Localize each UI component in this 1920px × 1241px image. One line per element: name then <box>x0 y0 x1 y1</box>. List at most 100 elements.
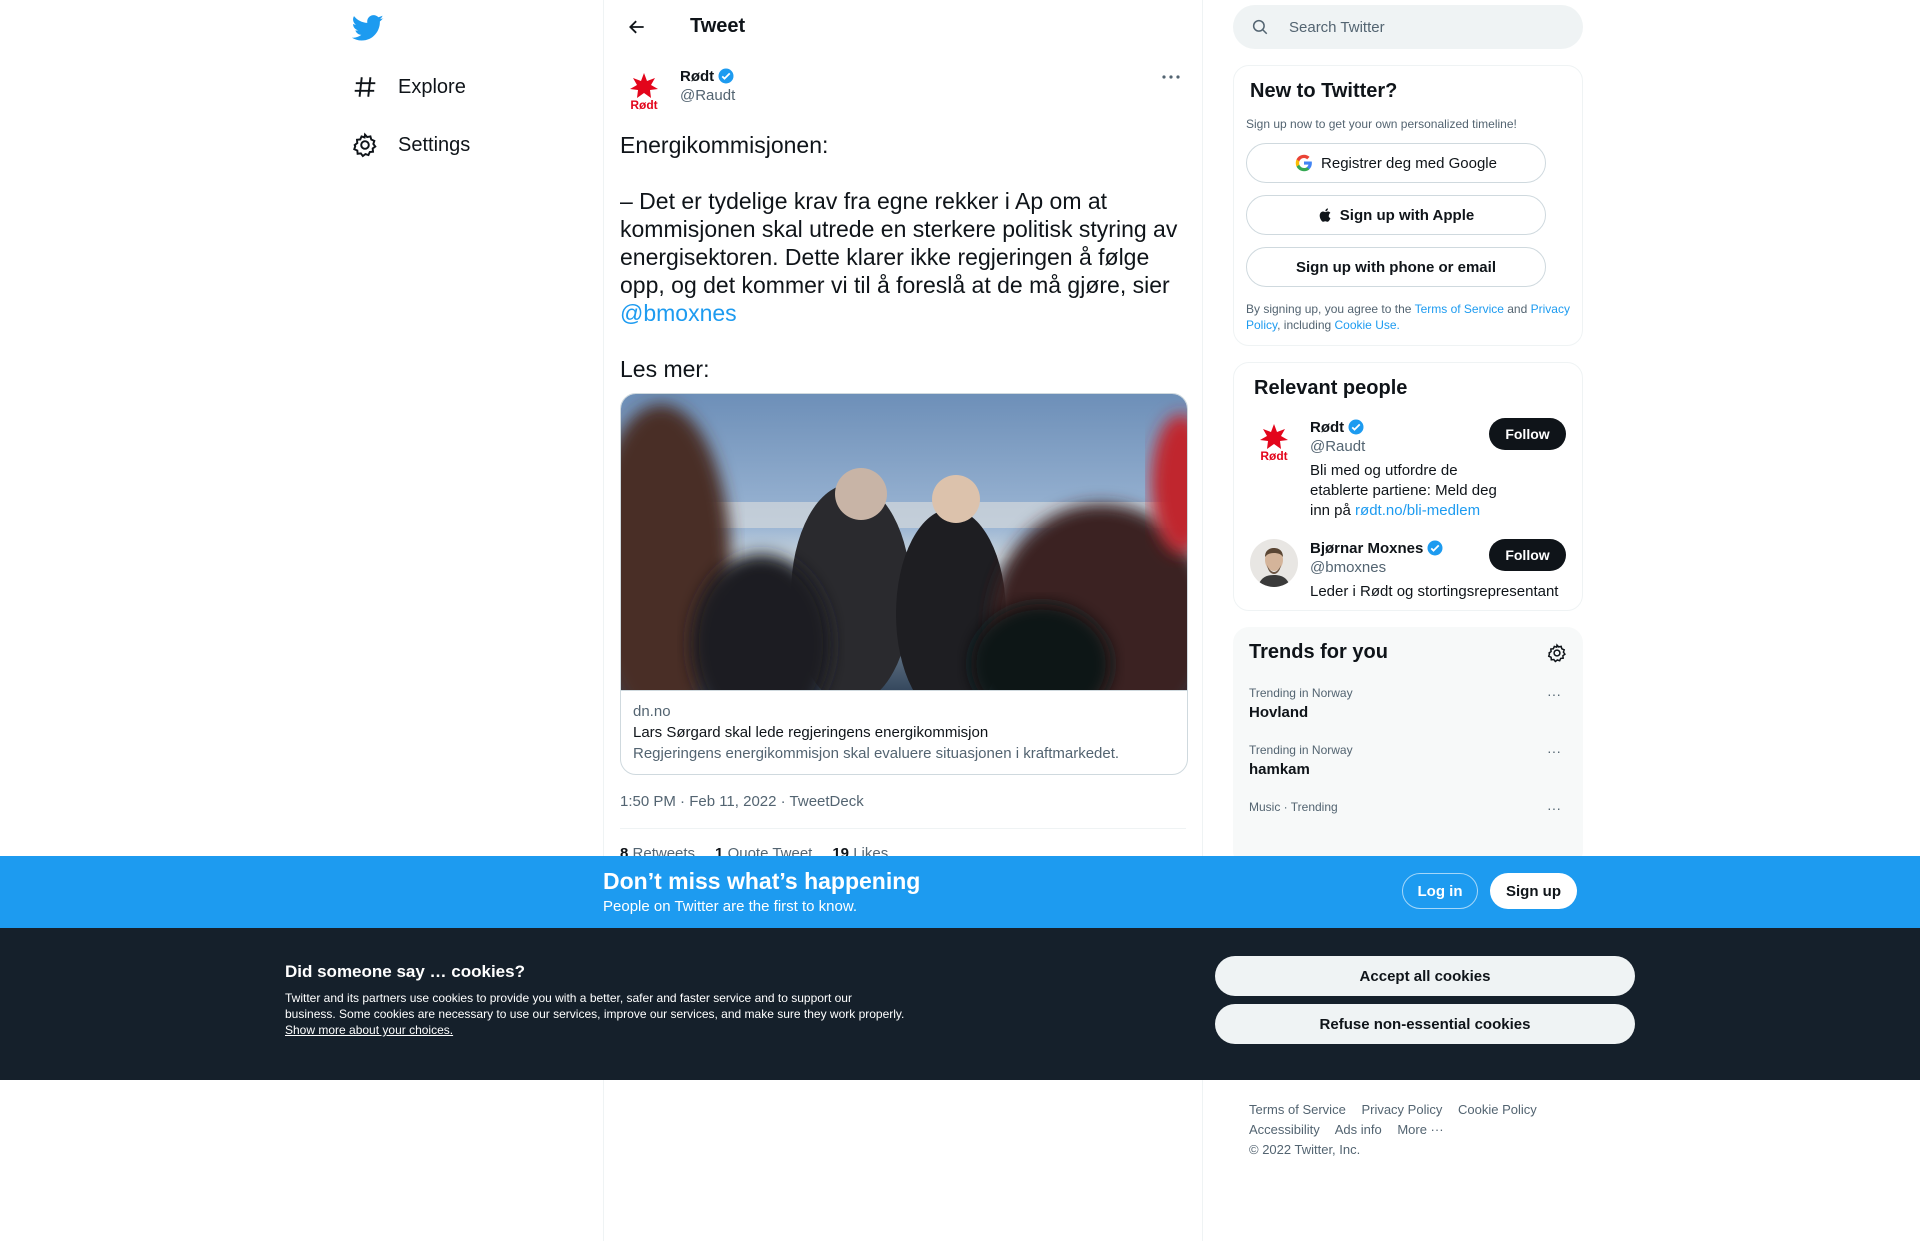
card-domain: dn.no <box>633 703 671 720</box>
google-signup-label: Registrer deg med Google <box>1321 154 1497 172</box>
footer-cookie-link[interactable]: Cookie Policy <box>1458 1102 1537 1117</box>
phone-email-signup-button[interactable]: Sign up with phone or email <box>1246 247 1546 287</box>
follow-button[interactable]: Follow <box>1489 539 1566 571</box>
avatar[interactable] <box>1250 539 1298 587</box>
svg-text:Rødt: Rødt <box>1260 449 1287 463</box>
footer-more-link[interactable]: More ··· <box>1397 1122 1443 1137</box>
tweet: Rødt Rødt @Raudt Energikommisjonen: – De… <box>604 67 1202 862</box>
nav-explore-label: Explore <box>398 75 466 98</box>
copyright: © 2022 Twitter, Inc. <box>1249 1142 1361 1157</box>
login-button[interactable]: Log in <box>1402 873 1478 909</box>
more-options-icon[interactable] <box>1156 67 1186 87</box>
cookie-banner: Did someone say … cookies? Twitter and i… <box>0 928 1920 1080</box>
card-image <box>621 394 1187 690</box>
nav-settings-label: Settings <box>398 133 471 156</box>
legal-prefix: By signing up, you agree to the <box>1246 302 1415 316</box>
card-title: Lars Sørgard skal lede regjeringens ener… <box>633 724 989 741</box>
nav-settings[interactable]: Settings <box>352 122 470 168</box>
footer-terms-link[interactable]: Terms of Service <box>1249 1102 1346 1117</box>
verified-badge-icon <box>1348 419 1364 435</box>
mention-link[interactable]: @bmoxnes <box>620 300 737 326</box>
trend-name: Hovland <box>1249 704 1309 721</box>
gear-icon <box>353 132 377 158</box>
trends-box: Trends for you Trending in Norway Hovlan… <box>1233 627 1583 867</box>
cookie-use-link[interactable]: Cookie Use. <box>1335 318 1400 332</box>
trend-context: Music · Trending <box>1249 800 1338 814</box>
person-handle: @bmoxnes <box>1310 559 1387 576</box>
rodt-logo-icon: Rødt <box>630 73 658 112</box>
svg-text:Rødt: Rødt <box>630 98 657 112</box>
author-handle[interactable]: @Raudt <box>680 87 735 104</box>
signup-button[interactable]: Sign up <box>1490 873 1577 909</box>
cookie-text-body: Twitter and its partners use cookies to … <box>285 991 905 1021</box>
gear-icon[interactable] <box>1547 642 1567 663</box>
footer-links: Terms of Service Privacy Policy Cookie P… <box>1249 1100 1569 1160</box>
bio-link[interactable]: rødt.no/bli-medlem <box>1355 502 1480 519</box>
trend-item[interactable]: Music · Trending ··· <box>1249 800 1567 816</box>
google-signup-button[interactable]: Registrer deg med Google <box>1246 143 1546 183</box>
trend-context: Trending in Norway <box>1249 743 1353 757</box>
trend-context: Trending in Norway <box>1249 686 1353 700</box>
follow-button[interactable]: Follow <box>1489 418 1566 450</box>
tweet-timestamp[interactable]: 1:50 PM · Feb 11, 2022 · TweetDeck <box>620 793 1186 829</box>
person-photo-icon <box>1250 539 1298 587</box>
cookie-text: Twitter and its partners use cookies to … <box>285 990 905 1038</box>
person-rodt[interactable]: Rødt Rødt @Raudt Bli med og utfordre de … <box>1250 418 1566 521</box>
arrow-left-icon <box>629 20 644 33</box>
new-to-twitter-title: New to Twitter? <box>1250 80 1398 102</box>
trend-item[interactable]: Trending in Norway hamkam ··· <box>1249 743 1567 778</box>
person-handle: @Raudt <box>1310 438 1366 455</box>
footer-privacy-link[interactable]: Privacy Policy <box>1361 1102 1442 1117</box>
footer-ads-link[interactable]: Ads info <box>1335 1122 1382 1137</box>
terms-link[interactable]: Terms of Service <box>1415 302 1504 316</box>
verified-badge-icon <box>718 68 734 84</box>
apple-signup-label: Sign up with Apple <box>1339 206 1475 224</box>
more-options-icon[interactable]: ··· <box>1547 743 1561 759</box>
trend-item[interactable]: Trending in Norway Hovland ··· <box>1249 686 1567 721</box>
trend-name: hamkam <box>1249 761 1310 778</box>
nav-explore[interactable]: Explore <box>352 64 466 110</box>
signup-prompt-bar: Don’t miss what’s happening People on Tw… <box>0 856 1920 928</box>
search-icon <box>1252 19 1268 35</box>
footer-accessibility-link[interactable]: Accessibility <box>1249 1122 1320 1137</box>
author-name-row[interactable]: Rødt <box>680 67 735 85</box>
tweet-text-outro: Les mer: <box>620 356 710 382</box>
person-name: Bjørnar Moxnes <box>1310 539 1424 557</box>
cookie-choices-link[interactable]: Show more about your choices. <box>285 1023 453 1037</box>
avatar[interactable]: Rødt <box>620 67 668 115</box>
card-description: Regjeringens energikommisjon skal evalue… <box>633 745 1120 762</box>
google-icon <box>1295 154 1312 172</box>
more-options-icon[interactable]: ··· <box>1547 686 1561 702</box>
twitter-logo-icon[interactable] <box>352 12 384 44</box>
new-to-twitter-subtitle: Sign up now to get your own personalized… <box>1246 117 1517 131</box>
person-name: Rødt <box>1310 418 1345 436</box>
person-name-row: Bjørnar Moxnes <box>1310 539 1510 557</box>
person-bmoxnes[interactable]: Bjørnar Moxnes @bmoxnes Leder i Rødt og … <box>1250 539 1566 602</box>
refuse-cookies-button[interactable]: Refuse non-essential cookies <box>1215 1004 1635 1044</box>
search-bar[interactable] <box>1233 5 1583 49</box>
avatar[interactable]: Rødt <box>1250 418 1298 466</box>
verified-badge-icon <box>1427 540 1443 556</box>
legal-and: and <box>1503 302 1531 316</box>
phone-email-signup-label: Sign up with phone or email <box>1295 258 1496 276</box>
prompt-title: Don’t miss what’s happening <box>603 868 921 894</box>
legal-including: , including <box>1277 318 1335 332</box>
person-name-row: Rødt <box>1310 418 1510 436</box>
trends-title: Trends for you <box>1249 641 1388 663</box>
author-name: Rødt <box>680 67 715 85</box>
new-to-twitter-box: New to Twitter? Sign up now to get your … <box>1233 65 1583 346</box>
relevant-people-box: Relevant people Rødt Rødt @Raudt Bli med… <box>1233 362 1583 611</box>
apple-icon <box>1319 208 1331 222</box>
more-options-icon[interactable]: ··· <box>1547 800 1561 816</box>
tweet-text-intro: Energikommisjonen: – Det er tydelige kra… <box>620 132 1178 298</box>
person-bio: Leder i Rødt og stortingsrepresentant <box>1310 583 1559 600</box>
link-card[interactable]: dn.no Lars Sørgard skal lede regjeringen… <box>620 393 1188 775</box>
accept-cookies-button[interactable]: Accept all cookies <box>1215 956 1635 996</box>
apple-signup-button[interactable]: Sign up with Apple <box>1246 195 1546 235</box>
search-input[interactable] <box>1289 18 1549 36</box>
relevant-people-title: Relevant people <box>1254 377 1408 399</box>
rodt-logo-icon: Rødt <box>1250 418 1298 466</box>
tweet-author: Rødt Rødt @Raudt <box>620 67 1186 115</box>
cookie-title: Did someone say … cookies? <box>285 962 525 981</box>
back-button[interactable] <box>620 10 654 44</box>
